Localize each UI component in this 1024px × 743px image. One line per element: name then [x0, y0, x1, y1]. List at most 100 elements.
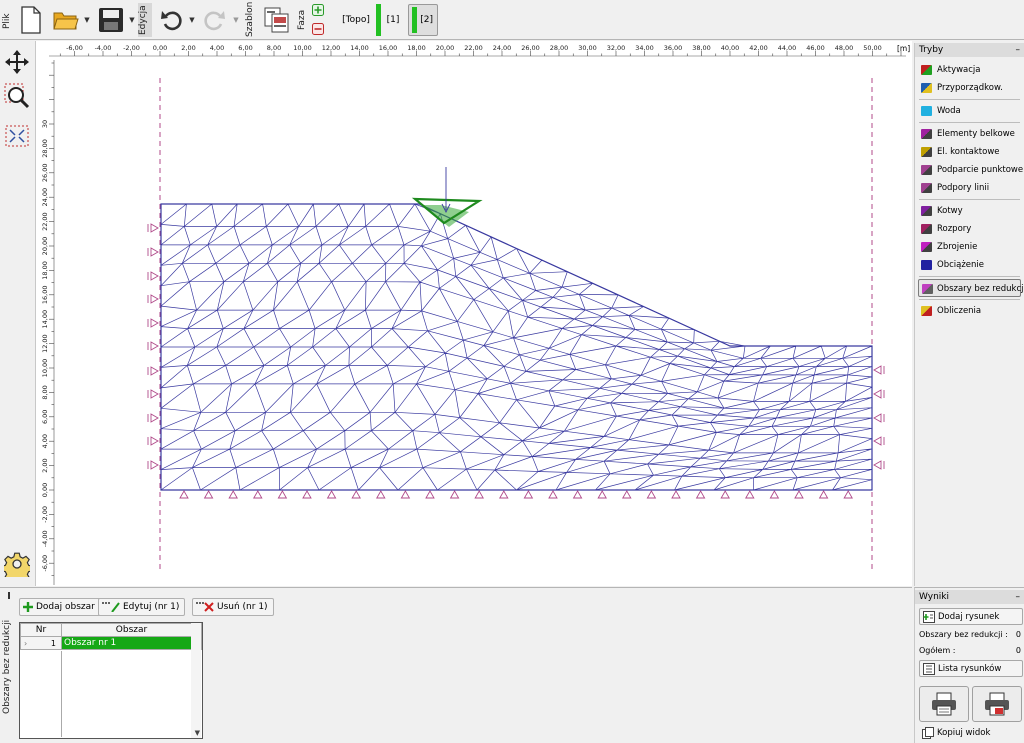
new-file-button[interactable]	[16, 2, 46, 38]
mode-reinforcement[interactable]: Zbrojenie	[915, 238, 1024, 256]
right-support-icon	[873, 460, 885, 470]
print-button[interactable]	[919, 686, 969, 722]
scroll-down-icon[interactable]: ▼	[195, 729, 200, 737]
zoom-tool-button[interactable]	[4, 83, 30, 109]
printer-export-icon	[985, 692, 1009, 716]
mode-label: El. kontaktowe	[937, 147, 1000, 157]
settings-button[interactable]	[4, 551, 30, 577]
row-pointer-icon: ›	[24, 638, 28, 648]
table-row[interactable]: › 1 Obszar nr 1	[20, 636, 202, 650]
horizontal-ruler: -6,00 -4,00 -2,00 0,00 2,00 4,00 6,00 8,00 10,00…	[49, 44, 906, 57]
open-file-button[interactable]	[52, 2, 80, 38]
mode-point-support[interactable]: Podparcie punktowe	[915, 161, 1024, 179]
remove-stage-button[interactable]	[311, 22, 325, 36]
zoom-icon	[4, 83, 30, 109]
mode-water[interactable]: Woda	[915, 102, 1024, 120]
row-area-cell[interactable]: Obszar nr 1	[61, 636, 202, 650]
x-tick-label: 16,00	[379, 44, 398, 52]
mode-load[interactable]: Obciążenie	[915, 256, 1024, 274]
undo-icon	[161, 11, 182, 31]
move-arrows-icon	[5, 50, 29, 74]
copy-view-label: Kopiuj widok	[937, 727, 991, 738]
fit-view-icon	[5, 125, 29, 147]
mode-strut[interactable]: Rozpory	[915, 220, 1024, 238]
total-count-label: Ogółem :	[919, 646, 956, 655]
x-tick-label: 18,00	[407, 44, 426, 52]
y-tick-label: 16,00	[41, 285, 49, 304]
fem-mesh-view[interactable]: -6,00 -4,00 -2,00 0,00 2,00 4,00 6,00 8,00 10,00…	[36, 41, 913, 586]
add-figure-label: Dodaj rysunek	[938, 611, 1000, 622]
mode-label: Podparcie punktowe	[937, 165, 1024, 175]
y-tick-label: 26,00	[41, 163, 49, 182]
stage-tab-topo[interactable]: [Topo]	[340, 4, 372, 36]
analysis-icon	[921, 306, 932, 316]
mode-activation[interactable]: Aktywacja	[915, 61, 1024, 79]
x-tick-label: 30,00	[578, 44, 597, 52]
mode-label: Obciążenie	[937, 260, 984, 270]
add-area-button[interactable]: Dodaj obszar	[19, 598, 101, 616]
modes-panel-minimize-button[interactable]: –	[1016, 43, 1021, 57]
areas-table[interactable]: Nr Obszar › 1 Obszar nr 1 ▼	[19, 622, 203, 739]
file-menu-label[interactable]: Plik	[2, 4, 12, 38]
undo-button[interactable]	[158, 2, 186, 38]
no-reduction-count-row: Obszary bez redukcji : 0	[919, 630, 1023, 639]
bottom-support-icon	[228, 490, 238, 499]
open-dropdown-icon[interactable]: ▼	[83, 2, 91, 38]
bottom-panel-tab-label[interactable]: Obszary bez redukcji	[2, 592, 14, 742]
add-stage-button[interactable]	[311, 3, 325, 17]
x-tick-label: 46,00	[806, 44, 825, 52]
stage-menu-label[interactable]: Faza	[297, 3, 310, 37]
edit-area-button[interactable]: Edytuj (nr 1)	[98, 598, 186, 616]
add-icon	[23, 602, 33, 612]
stage-tab-2[interactable]: [2]	[408, 4, 438, 36]
copy-view-button[interactable]: Kopiuj widok	[919, 724, 1023, 741]
stage-tab-1[interactable]: [1]	[383, 4, 403, 36]
table-scrollbar[interactable]	[191, 623, 201, 738]
save-dropdown-icon[interactable]: ▼	[128, 2, 136, 38]
bottom-support-icon	[794, 490, 804, 499]
edit-area-label: Edytuj (nr 1)	[123, 602, 180, 612]
load-icon	[921, 260, 932, 270]
bottom-support-icon	[523, 490, 534, 499]
redo-button[interactable]	[200, 2, 228, 38]
bottom-support-icon	[572, 490, 583, 499]
x-tick-label: 20,00	[436, 44, 455, 52]
mode-label: Aktywacja	[937, 65, 981, 75]
left-support-icon	[147, 247, 159, 257]
edit-menu-label[interactable]: Edycja	[138, 3, 152, 37]
bottom-support-icon	[179, 490, 189, 499]
bottom-support-icon	[695, 490, 706, 499]
left-support-icon	[147, 223, 159, 233]
mode-line-support[interactable]: Podpory linii	[915, 179, 1024, 197]
remove-area-button[interactable]: Usuń (nr 1)	[192, 598, 274, 616]
table-header: Nr Obszar	[20, 623, 202, 637]
gear-icon	[4, 552, 30, 577]
mode-anchor[interactable]: Kotwy	[915, 202, 1024, 220]
mesh-edges	[160, 203, 873, 491]
mode-assign[interactable]: Przyporządkow.	[915, 79, 1024, 97]
results-minimize-button[interactable]: –	[1016, 590, 1021, 604]
mode-no-reduction[interactable]: Obszary bez redukcji	[918, 279, 1024, 297]
redo-dropdown-icon[interactable]: ▼	[232, 2, 240, 38]
pan-tool-button[interactable]	[4, 49, 30, 75]
template-button[interactable]	[262, 2, 292, 38]
x-tick-label: 12,00	[322, 44, 341, 52]
main-toolbar: Plik ▼ ▼ Edycja ▼ ▼ Szablon Faza [Topo] …	[0, 0, 1024, 40]
x-tick-label: 38,00	[692, 44, 711, 52]
bottom-panel: Obszary bez redukcji Dodaj obszar Edytuj…	[0, 587, 912, 743]
mode-contact[interactable]: El. kontaktowe	[915, 143, 1024, 161]
drawing-canvas[interactable]: -6,00 -4,00 -2,00 0,00 2,00 4,00 6,00 8,00 10,00…	[35, 41, 912, 586]
bottom-support-icon	[203, 490, 214, 499]
figure-list-button[interactable]: Lista rysunków	[919, 660, 1023, 677]
print-pdf-button[interactable]	[972, 686, 1022, 722]
undo-dropdown-icon[interactable]: ▼	[188, 2, 196, 38]
save-button[interactable]	[96, 2, 126, 38]
mode-beam[interactable]: Elementy belkowe	[915, 125, 1024, 143]
add-figure-button[interactable]: Dodaj rysunek	[919, 608, 1023, 625]
modes-separator	[919, 276, 1020, 277]
template-menu-label[interactable]: Szablon	[245, 2, 258, 37]
no-reduction-region[interactable]	[411, 167, 483, 227]
no-reduction-icon	[922, 284, 933, 294]
mode-analysis[interactable]: Obliczenia	[915, 302, 1024, 320]
zoom-extents-button[interactable]	[4, 123, 30, 149]
